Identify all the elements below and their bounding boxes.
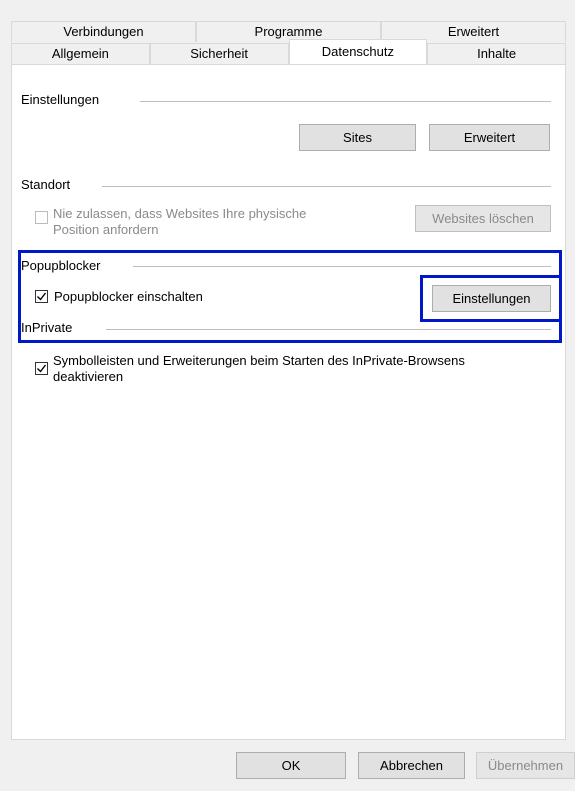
tab-allgemein[interactable]: Allgemein: [11, 43, 150, 64]
location-group-divider: [102, 186, 551, 187]
privacy-tab-panel: [11, 64, 566, 740]
tab-sicherheit[interactable]: Sicherheit: [149, 43, 289, 64]
location-checkbox[interactable]: [35, 211, 48, 224]
tab-verbindungen[interactable]: Verbindungen: [11, 21, 196, 42]
cancel-button[interactable]: Abbrechen: [358, 752, 465, 779]
tab-datenschutz[interactable]: Datenschutz: [288, 39, 428, 65]
clear-websites-button[interactable]: Websites löschen: [415, 205, 551, 232]
apply-button[interactable]: Übernehmen: [476, 752, 575, 779]
popup-settings-highlight: [420, 275, 562, 322]
settings-group-divider: [140, 101, 551, 102]
sites-button[interactable]: Sites: [299, 124, 416, 151]
location-group-title: Standort: [21, 177, 71, 192]
tab-row-bottom: Allgemein Sicherheit Datenschutz Inhalte: [11, 39, 566, 65]
tab-inhalte[interactable]: Inhalte: [427, 43, 566, 64]
checkmark-icon: [37, 364, 47, 373]
ok-button[interactable]: OK: [236, 752, 346, 779]
inprivate-checkbox[interactable]: [35, 362, 48, 375]
inprivate-checkbox-label-line2: deaktivieren: [53, 369, 124, 384]
settings-group-title: Einstellungen: [21, 92, 100, 107]
location-checkbox-label-line2: Position anfordern: [53, 222, 159, 237]
location-checkbox-label-line1: Nie zulassen, dass Websites Ihre physisc…: [53, 206, 307, 221]
inprivate-checkbox-label-line1: Symbolleisten und Erweiterungen beim Sta…: [53, 353, 465, 368]
advanced-button[interactable]: Erweitert: [429, 124, 550, 151]
